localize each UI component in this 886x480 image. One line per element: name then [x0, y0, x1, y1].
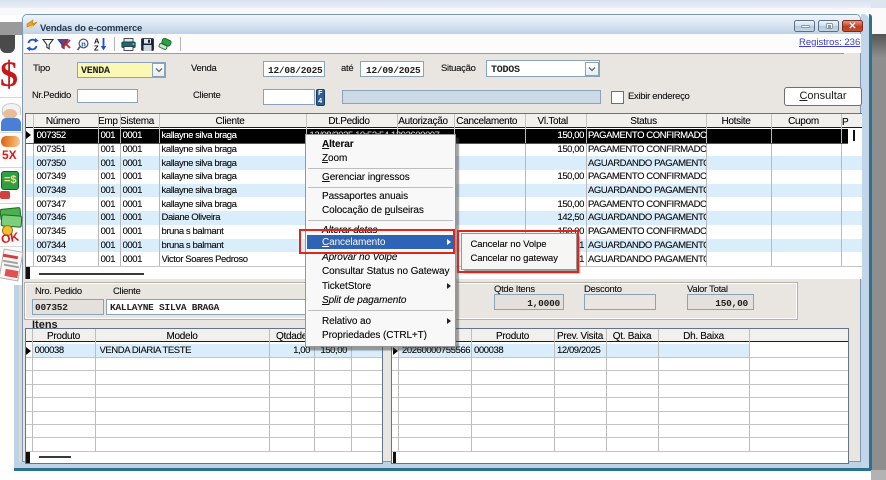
svg-text:Z: Z	[94, 44, 99, 52]
svg-text:n: n	[81, 39, 86, 48]
